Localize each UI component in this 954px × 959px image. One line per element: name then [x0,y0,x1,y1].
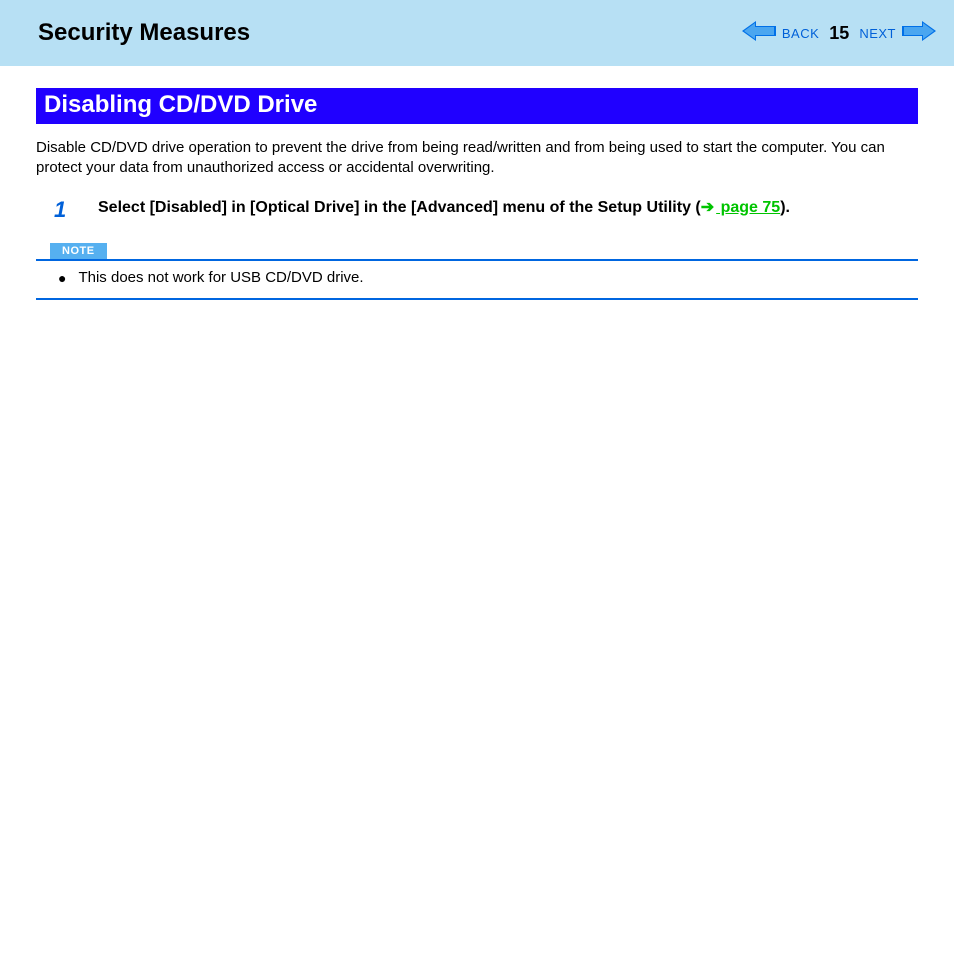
next-link[interactable]: NEXT [859,26,896,41]
back-arrow-icon[interactable] [742,21,776,46]
note-label: NOTE [50,243,107,259]
note-item: ● This does not work for USB CD/DVD driv… [58,269,918,289]
page-header: Security Measures BACK 15 NEXT [0,0,954,66]
page-title: Security Measures [38,19,250,47]
next-arrow-icon[interactable] [902,21,936,46]
back-link[interactable]: BACK [782,26,819,41]
step-number: 1 [54,197,98,221]
note-body: ● This does not work for USB CD/DVD driv… [36,261,918,301]
section-heading: Disabling CD/DVD Drive [36,88,918,124]
bullet-icon: ● [58,269,66,289]
note-header: NOTE [36,243,918,261]
page-number: 15 [829,23,849,44]
step-instruction: Select [Disabled] in [Optical Drive] in … [98,197,790,219]
step-text-a: Select [Disabled] in [Optical Drive] in … [98,199,701,216]
note-item-text: This does not work for USB CD/DVD drive. [78,269,363,286]
intro-paragraph: Disable CD/DVD drive operation to preven… [36,138,918,179]
page-nav: BACK 15 NEXT [742,21,936,46]
page-ref-arrow-icon: ➔ [701,199,714,216]
page-ref-link[interactable]: page 75 [716,199,780,216]
step-1: 1 Select [Disabled] in [Optical Drive] i… [36,197,918,221]
step-text-b: ). [780,199,790,216]
main-content: Disabling CD/DVD Drive Disable CD/DVD dr… [0,66,954,300]
